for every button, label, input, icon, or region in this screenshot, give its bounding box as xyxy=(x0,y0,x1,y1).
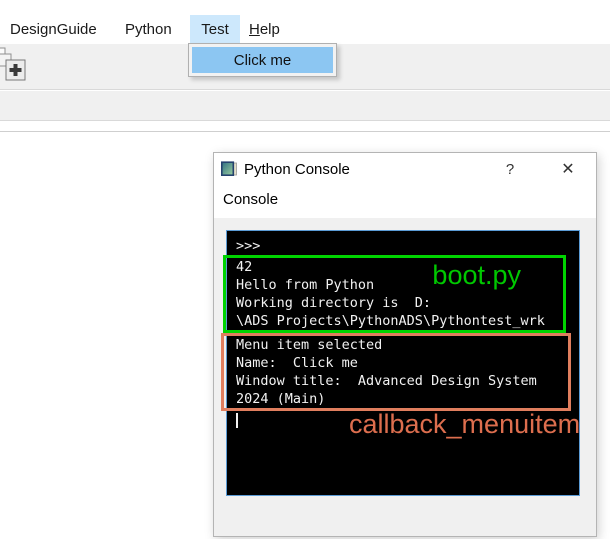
console-line: \ADS Projects\PythonADS\Pythontest_wrk xyxy=(236,313,545,329)
toolbar-divider xyxy=(0,131,610,132)
test-menu-dropdown: Click me xyxy=(188,43,337,77)
callback-annotation-box: Menu item selected Name: Click me Window… xyxy=(221,333,571,411)
text-cursor xyxy=(236,413,238,428)
window-title: Python Console xyxy=(244,160,350,178)
console-prompt: >>> xyxy=(236,238,261,254)
console-line: Working directory is D: xyxy=(236,295,432,311)
menu-designguide[interactable]: DesignGuide xyxy=(0,15,107,44)
ads-main-window: DesignGuide Python Test Help Click me Py… xyxy=(0,0,610,539)
menu-help-rest: elp xyxy=(259,21,280,38)
close-button[interactable]: ✕ xyxy=(548,153,588,185)
console-dock-title: Console xyxy=(223,191,279,208)
menu-help-accel: H xyxy=(249,21,260,38)
console-line: 2024 (Main) xyxy=(236,391,326,407)
console-line: Window title: Advanced Design System xyxy=(236,373,537,389)
boot-annotation-box: 42 Hello from Python Working directory i… xyxy=(223,255,566,333)
python-console-window-icon xyxy=(221,161,237,177)
console-line: Menu item selected xyxy=(236,337,383,353)
menu-python[interactable]: Python xyxy=(115,15,182,44)
menu-item-click-me[interactable]: Click me xyxy=(192,47,333,73)
menu-test[interactable]: Test xyxy=(190,15,240,44)
toolbar-row-2 xyxy=(0,91,610,121)
console-output[interactable]: >>> 42 Hello from Python Working directo… xyxy=(221,230,581,496)
menu-bar: DesignGuide Python Test Help xyxy=(0,0,610,44)
menu-help[interactable]: Help xyxy=(239,15,290,44)
callback-menuitem-annotation-label: callback_menuitem xyxy=(349,409,581,439)
python-console-window: Python Console ? ✕ Console >>> 42 Hello … xyxy=(213,152,597,537)
title-bar[interactable]: Python Console xyxy=(214,153,596,185)
hierarchy-add-icon xyxy=(0,47,26,81)
console-line: Name: Click me xyxy=(236,355,358,371)
new-hierarchy-toolbar-button[interactable] xyxy=(0,47,30,92)
help-button[interactable]: ? xyxy=(490,153,530,185)
boot-py-annotation-label: boot.py xyxy=(432,260,521,290)
